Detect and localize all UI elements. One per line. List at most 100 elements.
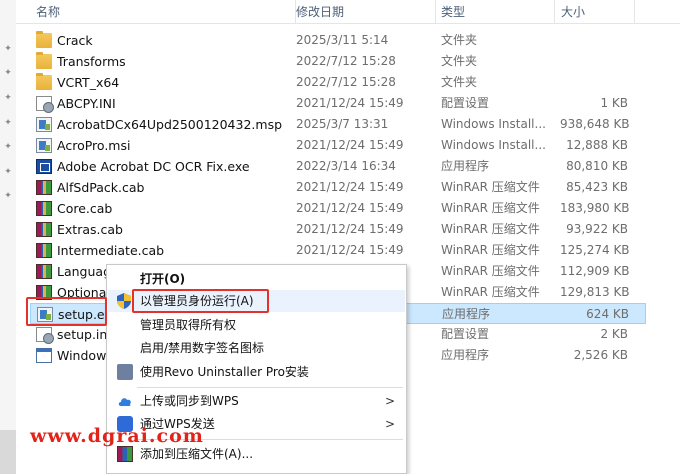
file-name: AcrobatDCx64Upd2500120432.msp xyxy=(57,117,283,132)
menu-item-revo-install[interactable]: 使用Revo Uninstaller Pro安装 xyxy=(108,361,405,383)
file-size: 112,909 KB xyxy=(560,264,630,278)
file-name: Extras.cab xyxy=(57,222,123,237)
file-date: 2022/7/12 15:28 xyxy=(296,75,396,89)
column-header-size[interactable]: 大小 xyxy=(555,0,635,24)
file-row[interactable]: AcroPro.msi 2021/12/24 15:49 Windows Insta… xyxy=(30,135,646,156)
pin-icon[interactable]: ✦ xyxy=(3,142,13,152)
cloud-icon xyxy=(117,393,133,409)
winrar-icon xyxy=(117,446,133,462)
ini-file-icon xyxy=(36,96,54,113)
file-size: 183,980 KB xyxy=(560,201,630,215)
folder-icon xyxy=(36,31,52,48)
file-size: 1 KB xyxy=(600,96,628,110)
pin-icon[interactable]: ✦ xyxy=(3,167,13,177)
nav-pane-selection[interactable] xyxy=(0,430,16,474)
file-type: 文件夹 xyxy=(441,33,478,47)
menu-item-toggle-signature[interactable]: 启用/禁用数字签名图标 xyxy=(108,337,405,359)
folder-icon xyxy=(36,73,52,90)
msi-file-icon xyxy=(36,117,52,132)
file-type: 应用程序 xyxy=(442,307,491,321)
file-name: Adobe Acrobat DC OCR Fix.exe xyxy=(57,159,250,174)
pin-icon[interactable]: ✦ xyxy=(3,118,13,128)
file-row[interactable]: Intermediate.cab 2021/12/24 15:49 WinRAR 压… xyxy=(30,240,646,261)
file-size: 624 KB xyxy=(586,307,629,321)
file-date: 2021/12/24 15:49 xyxy=(296,222,404,236)
winrar-archive-icon xyxy=(36,285,52,300)
file-type: WinRAR 压缩文件 xyxy=(441,180,540,194)
shield-icon xyxy=(117,293,133,309)
file-name: AcroPro.msi xyxy=(57,138,131,153)
pin-icon[interactable]: ✦ xyxy=(3,44,13,54)
menu-item-take-ownership[interactable]: 管理员取得所有权 xyxy=(108,314,405,336)
file-name: AlfSdPack.cab xyxy=(57,180,145,195)
file-row[interactable]: ABCPY.INI 2021/12/24 15:49 配置设置 1 KB xyxy=(30,93,646,114)
file-name: setup.ini xyxy=(57,327,111,342)
file-date: 2022/3/14 16:34 xyxy=(296,159,396,173)
winrar-archive-icon xyxy=(36,243,52,258)
file-name: Intermediate.cab xyxy=(57,243,165,258)
file-name: Optiona xyxy=(57,285,107,300)
menu-item-open[interactable]: 打开(O) xyxy=(108,268,405,290)
file-type: 文件夹 xyxy=(441,75,478,89)
quick-access-pin-bar: ✦ ✦ ✦ ✦ ✦ ✦ ✦ xyxy=(0,0,16,474)
file-name: VCRT_x64 xyxy=(57,75,120,90)
menu-item-run-as-admin[interactable]: 以管理员身份运行(A) xyxy=(108,290,405,312)
file-row[interactable]: Crack 2025/3/11 5:14 文件夹 xyxy=(30,30,646,51)
pin-icon[interactable]: ✦ xyxy=(3,191,13,201)
file-name: setup.ex xyxy=(58,307,112,322)
menu-separator xyxy=(137,387,403,388)
chevron-right-icon: > xyxy=(384,417,395,431)
file-name: ABCPY.INI xyxy=(57,96,116,111)
file-type: 配置设置 xyxy=(441,327,490,341)
pin-icon[interactable]: ✦ xyxy=(3,93,13,103)
column-header-date[interactable]: 修改日期 xyxy=(290,0,436,24)
file-type: 文件夹 xyxy=(441,54,478,68)
menu-item-label: 管理员取得所有权 xyxy=(140,318,237,332)
column-header-name[interactable]: 名称 xyxy=(30,0,296,24)
file-row[interactable]: Transforms 2022/7/12 15:28 文件夹 xyxy=(30,51,646,72)
file-date: 2021/12/24 15:49 xyxy=(296,138,404,152)
file-name: Crack xyxy=(57,33,93,48)
column-header: 名称 修改日期 类型 大小 xyxy=(16,0,680,24)
file-size: 93,922 KB xyxy=(566,222,628,236)
menu-item-wps-upload[interactable]: 上传或同步到WPS > xyxy=(108,390,405,412)
file-name: Transforms xyxy=(57,54,126,69)
winrar-archive-icon xyxy=(36,222,52,237)
file-size: 125,274 KB xyxy=(560,243,630,257)
winrar-archive-icon xyxy=(36,264,52,279)
file-type: 配置设置 xyxy=(441,96,490,110)
pin-icon[interactable]: ✦ xyxy=(3,68,13,78)
file-row[interactable]: VCRT_x64 2022/7/12 15:28 文件夹 xyxy=(30,72,646,93)
file-date: 2021/12/24 15:49 xyxy=(296,243,404,257)
file-size: 80,810 KB xyxy=(566,159,628,173)
winrar-archive-icon xyxy=(36,180,52,195)
folder-icon xyxy=(36,52,52,69)
file-date: 2021/12/24 15:49 xyxy=(296,96,404,110)
file-size: 85,423 KB xyxy=(566,180,628,194)
revo-uninstaller-icon xyxy=(117,364,133,380)
menu-item-label: 使用Revo Uninstaller Pro安装 xyxy=(140,365,309,379)
column-header-type[interactable]: 类型 xyxy=(435,0,555,24)
file-type: WinRAR 压缩文件 xyxy=(441,201,540,215)
file-row[interactable]: Core.cab 2021/12/24 15:49 WinRAR 压缩文件 183,9… xyxy=(30,198,646,219)
watermark: www.dgrai.com xyxy=(30,425,204,447)
file-size: 12,888 KB xyxy=(566,138,628,152)
file-row[interactable]: Adobe Acrobat DC OCR Fix.exe 2022/3/14 16… xyxy=(30,156,646,177)
file-date: 2025/3/11 5:14 xyxy=(296,33,389,47)
header-spacer xyxy=(636,0,680,24)
file-row[interactable]: AcrobatDCx64Upd2500120432.msp 2025/3/7 13… xyxy=(30,114,646,135)
file-type: 应用程序 xyxy=(441,159,490,173)
ini-file-icon xyxy=(36,327,54,344)
file-name: Window xyxy=(57,348,107,363)
msi-file-icon xyxy=(36,138,52,153)
file-row[interactable]: AlfSdPack.cab 2021/12/24 15:49 WinRAR 压缩文件… xyxy=(30,177,646,198)
file-size: 2 KB xyxy=(600,327,628,341)
file-type: 应用程序 xyxy=(441,348,490,362)
window-app-icon xyxy=(36,348,52,363)
exe-file-icon xyxy=(36,159,52,174)
file-row[interactable]: Extras.cab 2021/12/24 15:49 WinRAR 压缩文件 93,… xyxy=(30,219,646,240)
menu-item-label: 打开(O) xyxy=(140,272,186,286)
file-type: WinRAR 压缩文件 xyxy=(441,243,540,257)
file-date: 2021/12/24 15:49 xyxy=(296,180,404,194)
file-name: Core.cab xyxy=(57,201,113,216)
